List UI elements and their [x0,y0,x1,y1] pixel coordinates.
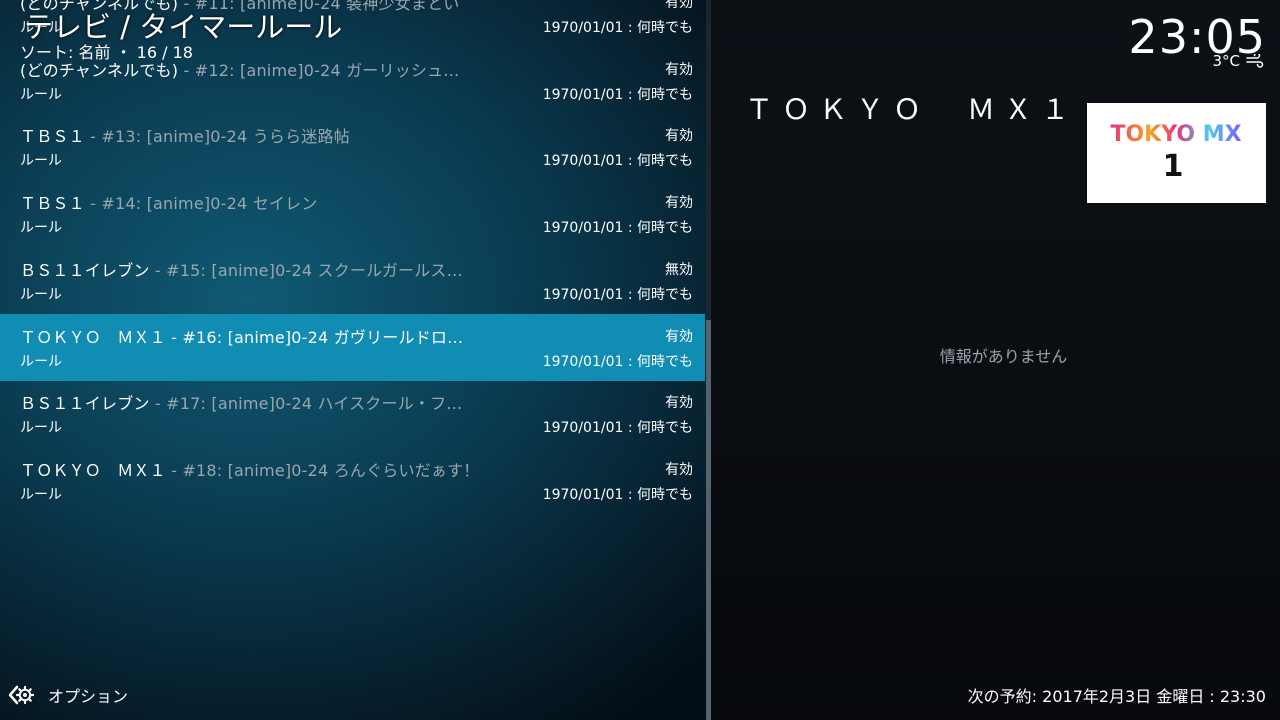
rule-separator: - [178,60,195,80]
rule-type: ルール [20,153,62,170]
rule-type: ルール [20,286,62,303]
rule-date: 1970/01/01 : 何時でも [542,486,693,503]
rule-date: 1970/01/01 : 何時でも [542,220,693,237]
pvr-timer-rules-screen: (どのチャンネルでも) - #11: [anime]0-24 装神少女まとい 有効… [0,0,1280,720]
rule-status: 無効 [665,261,693,278]
rule-title: ＴＢＳ１ - #14: [anime]0-24 セイレン [20,190,520,214]
wind-icon [1246,54,1264,68]
rule-separator: - [84,194,102,214]
rule-channel: ＢＳ１１イレブン [20,260,150,280]
rule-date: 1970/01/01 : 何時でも [542,153,693,170]
rule-row[interactable]: ＢＳ１１イレブン - #17: [anime]0-24 ハイスクール・フ… 有効ル… [0,380,705,446]
rule-status: 有効 [665,0,693,11]
rule-separator: - [84,127,102,147]
rule-channel: ＴＢＳ１ [20,127,85,147]
rule-type: ルール [20,420,62,437]
rule-program: #12: [anime]0-24 ガーリッシュ… [194,60,460,80]
rule-channel: ＴＢＳ１ [20,194,85,214]
rule-date: 1970/01/01 : 何時でも [542,420,693,437]
rule-date: 1970/01/01 : 何時でも [542,286,693,303]
logo-text-line1: TOKYO MX [1110,122,1241,147]
rule-status: 有効 [665,328,693,345]
rule-status: 有効 [665,128,693,145]
rule-separator: - [165,460,183,480]
options-button[interactable]: オプション [8,682,128,708]
rule-title: ＴＯＫＹＯ ＭＸ１ - #18: [anime]0-24 ろんぐらいだぁす！ [20,457,520,481]
rule-row[interactable]: ＴＯＫＹＯ ＭＸ１ - #16: [anime]0-24 ガヴリールドロ… 有効ル… [0,313,705,381]
rule-date: 1970/01/01 : 何時でも [542,86,693,103]
rule-separator: - [149,394,167,414]
rule-program: #14: [anime]0-24 セイレン [101,194,318,214]
tokyo-mx-logo-icon: TOKYO MX 1 [1110,122,1241,184]
rule-status: 有効 [665,461,693,478]
options-arrow-icon [8,685,34,705]
rule-status: 有効 [665,195,693,212]
rule-channel: ＴＯＫＹＯ ＭＸ１ [20,327,166,347]
rule-type: ルール [20,486,62,503]
rule-program: #13: [anime]0-24 うらら迷路帖 [101,127,350,147]
options-label: オプション [48,687,129,706]
rule-date: 1970/01/01 : 何時でも [542,20,693,36]
sort-info[interactable]: ソート: 名前 ・ 16 / 18 [20,39,193,63]
rule-title: ＴＯＫＹＯ ＭＸ１ - #16: [anime]0-24 ガヴリールドロ… [20,324,520,348]
rule-program: #16: [anime]0-24 ガヴリールドロ… [182,327,464,347]
rule-type: ルール [20,220,62,237]
rule-title: ＢＳ１１イレブン - #17: [anime]0-24 ハイスクール・フ… [20,390,520,414]
channel-logo: TOKYO MX 1 [1087,103,1266,203]
rule-row[interactable]: ＴＢＳ１ - #14: [anime]0-24 セイレン 有効ルール 1970/01… [0,180,705,246]
rule-title: ＢＳ１１イレブン - #15: [anime]0-24 スクールガールス… [20,257,520,281]
next-schedule: 次の予約: 2017年2月3日 金曜日 : 23:30 [967,687,1266,706]
rule-status: 有効 [665,61,693,78]
rule-separator: - [149,260,167,280]
rule-title: ＴＢＳ１ - #13: [anime]0-24 うらら迷路帖 [20,123,520,147]
rule-date: 1970/01/01 : 何時でも [542,353,693,370]
weather-info: 3°C [1212,52,1264,70]
rule-list-panel: (どのチャンネルでも) - #11: [anime]0-24 装神少女まとい 有効… [0,0,706,720]
rule-separator: - [165,327,183,347]
rule-channel: ＢＳ１１イレブン [20,394,150,414]
info-panel: 23:05 3°C ＴＯＫＹＯ ＭＸ１ TOKYO MX 1 情報がありません … [711,0,1280,720]
rule-type: ルール [20,353,62,370]
no-info-message: 情報がありません [939,347,1068,366]
rule-row[interactable]: ＴＯＫＹＯ ＭＸ１ - #18: [anime]0-24 ろんぐらいだぁす！ 有効… [0,447,705,513]
channel-name: ＴＯＫＹＯ ＭＸ１ [745,93,1079,126]
rule-program: #18: [anime]0-24 ろんぐらいだぁす！ [182,460,480,480]
temperature: 3°C [1212,52,1240,70]
rule-row[interactable]: ＴＢＳ１ - #13: [anime]0-24 うらら迷路帖 有効ルール 1970/… [0,113,705,179]
rule-channel: (どのチャンネルでも) [20,60,179,80]
rule-row[interactable]: ＢＳ１１イレブン - #15: [anime]0-24 スクールガールス… 無効ル… [0,247,705,313]
rule-program: #17: [anime]0-24 ハイスクール・フ… [166,394,463,414]
rule-type: ルール [20,86,62,103]
rule-program: #15: [anime]0-24 スクールガールス… [166,260,463,280]
rule-channel: ＴＯＫＹＯ ＭＸ１ [20,460,166,480]
rule-status: 有効 [665,395,693,412]
logo-text-line2: 1 [1163,149,1184,184]
